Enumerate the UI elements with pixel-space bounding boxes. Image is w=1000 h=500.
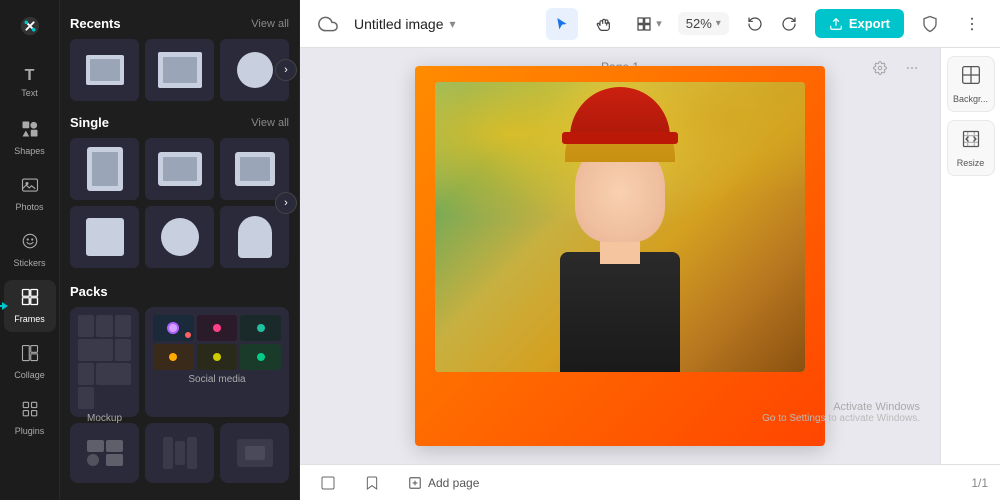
undo-redo-group [739, 8, 805, 40]
page-actions [868, 56, 924, 80]
single-grid: › [70, 138, 289, 268]
single-view-all[interactable]: View all [251, 117, 289, 129]
recent-frame-1[interactable] [70, 39, 139, 101]
nav-item-collage[interactable]: Collage [4, 336, 56, 388]
pack-item-4[interactable] [145, 423, 214, 483]
frames-icon [21, 288, 39, 311]
nav-label-plugins: Plugins [15, 426, 45, 436]
nav-label-frames: Frames [14, 314, 45, 324]
activate-windows-line1: Activate Windows [762, 401, 920, 413]
canvas-main[interactable]: Page 1 [300, 48, 940, 464]
photo-frame [435, 82, 805, 372]
frame-shape-rect [86, 55, 124, 85]
bottom-bar: Add page 1/1 [300, 464, 1000, 500]
nav-item-text[interactable]: T Text [4, 56, 56, 108]
right-panel: Backgr... Resize [940, 48, 1000, 464]
more-options-button[interactable] [956, 8, 988, 40]
hand-tool-button[interactable] [588, 8, 620, 40]
nav-item-frames[interactable]: Frames [4, 280, 56, 332]
frame-shape-circle [237, 52, 273, 88]
photos-icon [21, 176, 39, 199]
single-frame-3[interactable] [220, 138, 289, 200]
single-frame-4[interactable] [70, 206, 139, 268]
canvas-area: Page 1 [300, 48, 1000, 464]
recents-next-btn[interactable]: › [275, 59, 297, 81]
main-area: Untitled image ▾ ▾ [300, 0, 1000, 500]
page-settings-button[interactable] [868, 56, 892, 80]
background-label: Backgr... [953, 94, 988, 104]
activate-windows-notice: Activate Windows Go to Settings to activ… [762, 401, 920, 424]
nav-label-text: Text [21, 88, 38, 98]
packs-title: Packs [70, 284, 108, 299]
packs-grid: Mockup [70, 307, 289, 417]
single-header: Single View all [70, 115, 289, 130]
frame-shape-wide [158, 52, 202, 88]
layout-tool-button[interactable]: ▾ [630, 8, 668, 40]
page-counter: 1/1 [971, 476, 988, 490]
undo-button[interactable] [739, 8, 771, 40]
zoom-value: 52% [686, 16, 712, 31]
app-logo[interactable] [12, 8, 48, 44]
pack-item-5[interactable] [220, 423, 289, 483]
pack-social-media-label: Social media [188, 374, 245, 385]
activate-windows-line2: Go to Settings to activate Windows. [762, 413, 920, 424]
background-icon [961, 65, 981, 90]
zoom-control[interactable]: 52% ▾ [678, 12, 729, 35]
resize-label: Resize [957, 158, 985, 168]
frames-arrow-indicator [0, 302, 8, 310]
add-page-label: Add page [428, 476, 479, 490]
nav-label-collage: Collage [14, 370, 45, 380]
nav-item-photos[interactable]: Photos [4, 168, 56, 220]
page-icon-button[interactable] [312, 471, 344, 495]
recents-header: Recents View all [70, 16, 289, 31]
document-title-area[interactable]: Untitled image ▾ [354, 16, 456, 32]
nav-label-shapes: Shapes [14, 146, 45, 156]
single-frame-1[interactable] [70, 138, 139, 200]
shapes-icon [21, 120, 39, 143]
text-icon: T [25, 67, 35, 85]
single-frame-6[interactable] [220, 206, 289, 268]
add-page-button[interactable]: Add page [400, 472, 487, 494]
document-title: Untitled image [354, 16, 444, 32]
bookmark-button[interactable] [356, 471, 388, 495]
collage-icon [21, 344, 39, 367]
cloud-save-button[interactable] [312, 8, 344, 40]
resize-icon [961, 129, 981, 154]
single-frame-5[interactable] [145, 206, 214, 268]
pack-social-media[interactable]: Social media [145, 307, 289, 417]
recents-grid: › [70, 39, 289, 101]
layout-chevron-icon: ▾ [656, 17, 662, 30]
redo-button[interactable] [773, 8, 805, 40]
export-button[interactable]: Export [815, 9, 904, 38]
single-frame-2[interactable] [145, 138, 214, 200]
single-next-btn[interactable]: › [275, 192, 297, 214]
nav-item-stickers[interactable]: Stickers [4, 224, 56, 276]
packs-row2 [70, 423, 289, 483]
pack-item-3[interactable] [70, 423, 139, 483]
recent-frame-2[interactable] [145, 39, 214, 101]
nav-item-shapes[interactable]: Shapes [4, 112, 56, 164]
background-button[interactable]: Backgr... [947, 56, 995, 112]
resize-button[interactable]: Resize [947, 120, 995, 176]
export-label: Export [849, 16, 890, 31]
cursor-tool-button[interactable] [546, 8, 578, 40]
nav-label-photos: Photos [15, 202, 43, 212]
single-title: Single [70, 115, 109, 130]
nav-sidebar: T Text Shapes Photos [0, 0, 60, 500]
title-chevron-icon: ▾ [450, 17, 456, 31]
pack-mockup[interactable]: Mockup [70, 307, 139, 417]
top-bar: Untitled image ▾ ▾ [300, 0, 1000, 48]
shield-button[interactable] [914, 8, 946, 40]
recents-title: Recents [70, 16, 121, 31]
recents-view-all[interactable]: View all [251, 18, 289, 30]
design-canvas[interactable] [415, 66, 825, 446]
panels-sidebar: Recents View all › Single View all [60, 0, 300, 500]
packs-header: Packs [70, 284, 289, 299]
page-more-button[interactable] [900, 56, 924, 80]
plugins-icon [21, 400, 39, 423]
nav-label-stickers: Stickers [13, 258, 45, 268]
stickers-icon [21, 232, 39, 255]
zoom-chevron-icon: ▾ [716, 18, 721, 29]
nav-item-plugins[interactable]: Plugins [4, 392, 56, 444]
